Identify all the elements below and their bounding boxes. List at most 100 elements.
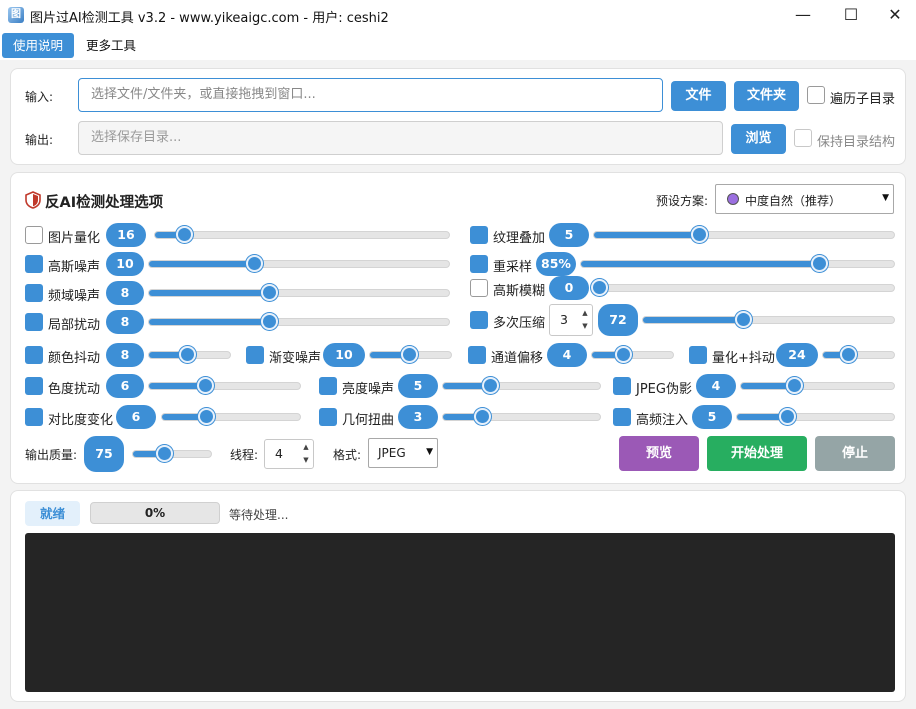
multi-compress-spinbox[interactable]: 3 ▲ ▼ [549,304,593,336]
contrast-slider-handle[interactable] [197,408,215,425]
hue-jitter-checkbox[interactable] [25,377,43,395]
shield-icon [25,191,41,209]
color-jitter-slider-handle[interactable] [179,346,196,363]
progress-text: 0% [144,506,166,520]
maximize-button[interactable]: ☐ [828,0,874,30]
geo-warp-label: 几何扭曲 [342,413,395,428]
hue-jitter-slider-track[interactable] [148,382,301,390]
texture-value-badge: 5 [549,223,589,247]
quantize-slider-handle[interactable] [175,226,193,243]
multi-compress-slider-fill [643,317,744,323]
grad-noise-value-badge: 10 [323,343,365,367]
bright-noise-slider-handle[interactable] [481,377,499,394]
texture-slider-fill [594,232,699,238]
quant-jitter-checkbox[interactable] [689,346,707,364]
bright-noise-label: 亮度噪声 [342,382,395,397]
gauss-noise-slider-handle[interactable] [245,255,263,272]
menu-bar: 使用说明 更多工具 [0,30,916,60]
keep-structure-checkbox[interactable] [794,129,812,147]
quantize-checkbox[interactable] [25,226,43,244]
jpeg-artifact-checkbox[interactable] [613,377,631,395]
menu-help[interactable]: 使用说明 [2,33,74,58]
input-path-field[interactable]: 选择文件/文件夹，或直接拖拽到窗口... [78,78,663,112]
resample-checkbox[interactable] [470,255,488,273]
geo-warp-checkbox[interactable] [319,408,337,426]
gauss-noise-slider-fill [149,261,254,267]
freq-noise-slider-track[interactable] [148,289,450,297]
multi-compress-slider-track[interactable] [642,316,895,324]
hf-inject-slider-handle[interactable] [778,408,796,425]
quality-label: 输出质量: [25,448,78,462]
gauss-blur-slider-handle[interactable] [591,279,608,296]
threads-spinbox[interactable]: 4 ▲ ▼ [264,439,314,469]
close-button[interactable]: ✕ [872,0,916,30]
recurse-subdir-checkbox[interactable] [807,86,825,104]
chevron-down-icon: ▼ [426,447,433,457]
freq-noise-slider-handle[interactable] [260,284,278,301]
preset-select[interactable]: 中度自然（推荐） ▼ [715,184,894,214]
texture-slider-track[interactable] [593,231,895,239]
format-select[interactable]: JPEG ▼ [368,438,438,468]
gauss-noise-slider-track[interactable] [148,260,450,268]
hf-inject-checkbox[interactable] [613,408,631,426]
spin-down-icon[interactable]: ▼ [299,456,313,464]
hf-inject-value-badge: 5 [692,405,732,429]
browse-button[interactable]: 浏览 [731,124,786,154]
menu-more-tools[interactable]: 更多工具 [86,33,136,58]
resample-slider-track[interactable] [580,260,895,268]
jpeg-artifact-value-badge: 4 [696,374,736,398]
status-badge: 就绪 [25,501,80,526]
gauss-blur-slider-track[interactable] [593,284,895,292]
channel-shift-value-badge: 4 [547,343,587,367]
multi-compress-checkbox[interactable] [470,311,488,329]
spin-up-icon[interactable]: ▲ [299,443,313,451]
geo-warp-slider-track[interactable] [442,413,601,421]
contrast-checkbox[interactable] [25,408,43,426]
local-jitter-slider-fill [149,319,269,325]
hue-jitter-slider-handle[interactable] [196,377,214,394]
quantize-slider-track[interactable] [154,231,450,239]
spin-down-icon[interactable]: ▼ [578,322,592,330]
quality-slider-handle[interactable] [156,445,173,462]
texture-checkbox[interactable] [470,226,488,244]
stop-button[interactable]: 停止 [815,436,895,471]
bright-noise-checkbox[interactable] [319,377,337,395]
local-jitter-slider-track[interactable] [148,318,450,326]
freq-noise-label: 频域噪声 [48,289,101,304]
channel-shift-slider-track[interactable] [591,351,674,359]
freq-noise-slider-fill [149,290,269,296]
hue-jitter-label: 色度扰动 [48,382,101,397]
resample-label: 重采样 [493,260,533,275]
quant-jitter-slider-track[interactable] [822,351,895,359]
color-jitter-label: 颜色抖动 [48,351,101,366]
channel-shift-label: 通道偏移 [491,351,544,366]
local-jitter-checkbox[interactable] [25,313,43,331]
minimize-button[interactable]: — [780,0,826,30]
output-label: 输出: [25,133,54,147]
texture-slider-handle[interactable] [690,226,708,243]
grad-noise-slider-handle[interactable] [400,346,418,363]
grad-noise-checkbox[interactable] [246,346,264,364]
jpeg-artifact-slider-track[interactable] [740,382,895,390]
gauss-noise-checkbox[interactable] [25,255,43,273]
geo-warp-slider-handle[interactable] [473,408,491,425]
output-path-field[interactable]: 选择保存目录... [78,121,723,155]
channel-shift-checkbox[interactable] [468,346,486,364]
spin-up-icon[interactable]: ▲ [578,309,592,317]
gauss-blur-checkbox[interactable] [470,279,488,297]
channel-shift-slider-handle[interactable] [614,346,632,363]
folder-button[interactable]: 文件夹 [734,81,799,111]
preview-button[interactable]: 预览 [619,436,699,471]
contrast-slider-track[interactable] [161,413,301,421]
hf-inject-slider-track[interactable] [736,413,895,421]
bright-noise-slider-track[interactable] [442,382,601,390]
file-button[interactable]: 文件 [671,81,726,111]
local-jitter-slider-handle[interactable] [260,313,278,330]
freq-noise-checkbox[interactable] [25,284,43,302]
color-jitter-checkbox[interactable] [25,346,43,364]
quantize-label: 图片量化 [48,231,101,246]
quant-jitter-slider-handle[interactable] [839,346,857,363]
resample-slider-fill [581,261,819,267]
freq-noise-value-badge: 8 [106,281,144,305]
start-button[interactable]: 开始处理 [707,436,807,471]
